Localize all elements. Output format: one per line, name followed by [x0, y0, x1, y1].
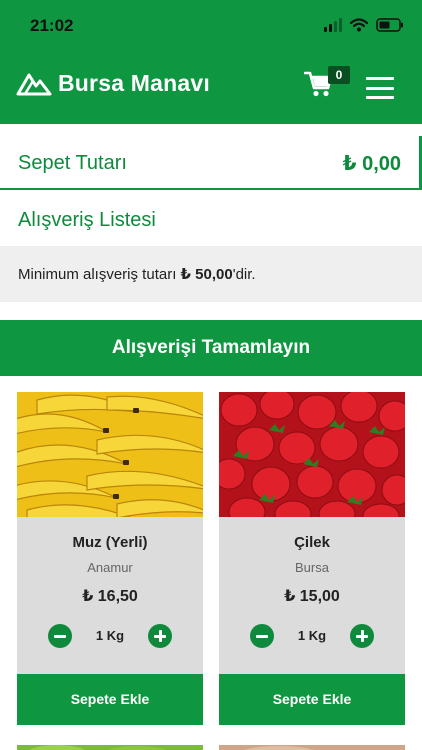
- battery-icon: [376, 18, 403, 32]
- product-price: ₺ 16,50: [82, 588, 138, 605]
- product-image-banana[interactable]: [17, 392, 203, 517]
- product-card-strawberry: Çilek Bursa ₺ 15,00 1 Kg Sepete Ekle: [219, 392, 405, 725]
- product-name: Çilek: [294, 534, 330, 551]
- product-image-strawberry[interactable]: [219, 392, 405, 517]
- logo-mountain-icon: [16, 73, 52, 95]
- status-time: 21:02: [30, 16, 74, 35]
- product-origin: Bursa: [295, 560, 329, 575]
- next-product-image-peek: [219, 741, 405, 750]
- cart-total-label: Sepet Tutarı: [18, 152, 127, 174]
- cart-total-value: ₺ 0,00: [342, 153, 401, 175]
- product-price: ₺ 15,00: [284, 588, 340, 605]
- shopping-list-title: Alışveriş Listesi: [18, 209, 156, 231]
- cart-count-badge: 0: [328, 66, 350, 84]
- cart-total-row[interactable]: Sepet Tutarı ₺ 0,00: [0, 136, 422, 190]
- minimum-order-prefix: Minimum alışveriş tutarı: [18, 266, 177, 283]
- status-icons: [324, 16, 404, 34]
- app-name: Bursa Manavı: [58, 70, 210, 96]
- quantity-value: 1 Kg: [297, 628, 327, 643]
- minimum-order-suffix: 'dir.: [232, 266, 256, 283]
- product-card-banana: Muz (Yerli) Anamur ₺ 16,50 1 Kg Sepete E…: [17, 392, 203, 725]
- complete-shopping-button[interactable]: Alışverişi Tamamlayın: [0, 320, 422, 376]
- minimum-order-text: Minimum alışveriş tutarı ₺ 50,00'dir.: [18, 265, 256, 283]
- status-bar: 21:02: [0, 0, 422, 48]
- add-to-cart-button[interactable]: Sepete Ekle: [219, 674, 405, 725]
- next-product-image-peek: [17, 741, 203, 750]
- app-logo[interactable]: Bursa Manavı: [16, 70, 210, 97]
- app-header: Bursa Manavı 0: [0, 48, 422, 124]
- add-to-cart-button[interactable]: Sepete Ekle: [17, 674, 203, 725]
- product-name: Muz (Yerli): [72, 534, 148, 551]
- cart-button[interactable]: 0: [303, 66, 350, 104]
- signal-icon: [324, 18, 342, 32]
- hamburger-menu-icon[interactable]: [366, 77, 394, 99]
- product-origin: Anamur: [87, 560, 133, 575]
- wifi-icon: [350, 18, 368, 32]
- quantity-value: 1 Kg: [95, 628, 125, 643]
- plus-icon[interactable]: [350, 624, 374, 648]
- minimum-order-notice: Minimum alışveriş tutarı ₺ 50,00'dir.: [0, 246, 422, 302]
- quantity-stepper: 1 Kg: [219, 624, 405, 650]
- minimum-order-amount: ₺ 50,00: [180, 266, 233, 283]
- shopping-list-row[interactable]: Alışveriş Listesi: [0, 192, 422, 246]
- plus-icon[interactable]: [148, 624, 172, 648]
- quantity-stepper: 1 Kg: [17, 624, 203, 650]
